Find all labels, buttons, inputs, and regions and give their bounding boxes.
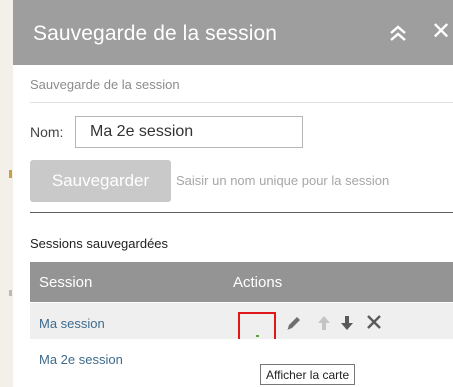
close-icon[interactable] (366, 313, 382, 336)
panel-header: Sauvegarde de la session ✕ (13, 0, 453, 65)
table-header: Session Actions (30, 262, 453, 302)
column-header-session: Session (39, 274, 93, 291)
divider (30, 212, 453, 213)
map-background-strip (0, 0, 13, 387)
panel-title: Sauvegarde de la session (33, 22, 278, 45)
session-name-link[interactable]: Ma 2e session (39, 352, 123, 367)
session-panel: Sauvegarde de la session ✕ Sauvegarde de… (13, 0, 453, 387)
show-map-icon (256, 335, 259, 337)
arrow-up-icon[interactable] (317, 314, 331, 337)
table-row: Ma session (30, 303, 453, 344)
double-chevron-up-icon[interactable] (387, 21, 409, 45)
table-row: Ma 2e session (30, 339, 453, 375)
pencil-icon[interactable] (285, 314, 303, 337)
save-hint: Saisir un nom unique pour la session (176, 173, 390, 188)
map-fragment (9, 170, 12, 178)
saved-sessions-title: Sessions sauvegardées (30, 236, 169, 251)
map-fragment (9, 290, 12, 296)
tooltip: Afficher la carte (260, 364, 356, 385)
close-panel-button[interactable]: ✕ (431, 19, 453, 45)
section-subtitle: Sauvegarde de la session (30, 77, 180, 92)
session-name-link[interactable]: Ma session (39, 316, 105, 331)
save-button[interactable]: Sauvegarder (30, 160, 171, 202)
arrow-down-icon[interactable] (340, 314, 354, 337)
name-label: Nom: (30, 124, 64, 140)
column-header-actions: Actions (233, 274, 283, 291)
divider (30, 102, 453, 103)
session-name-input[interactable] (75, 116, 303, 148)
